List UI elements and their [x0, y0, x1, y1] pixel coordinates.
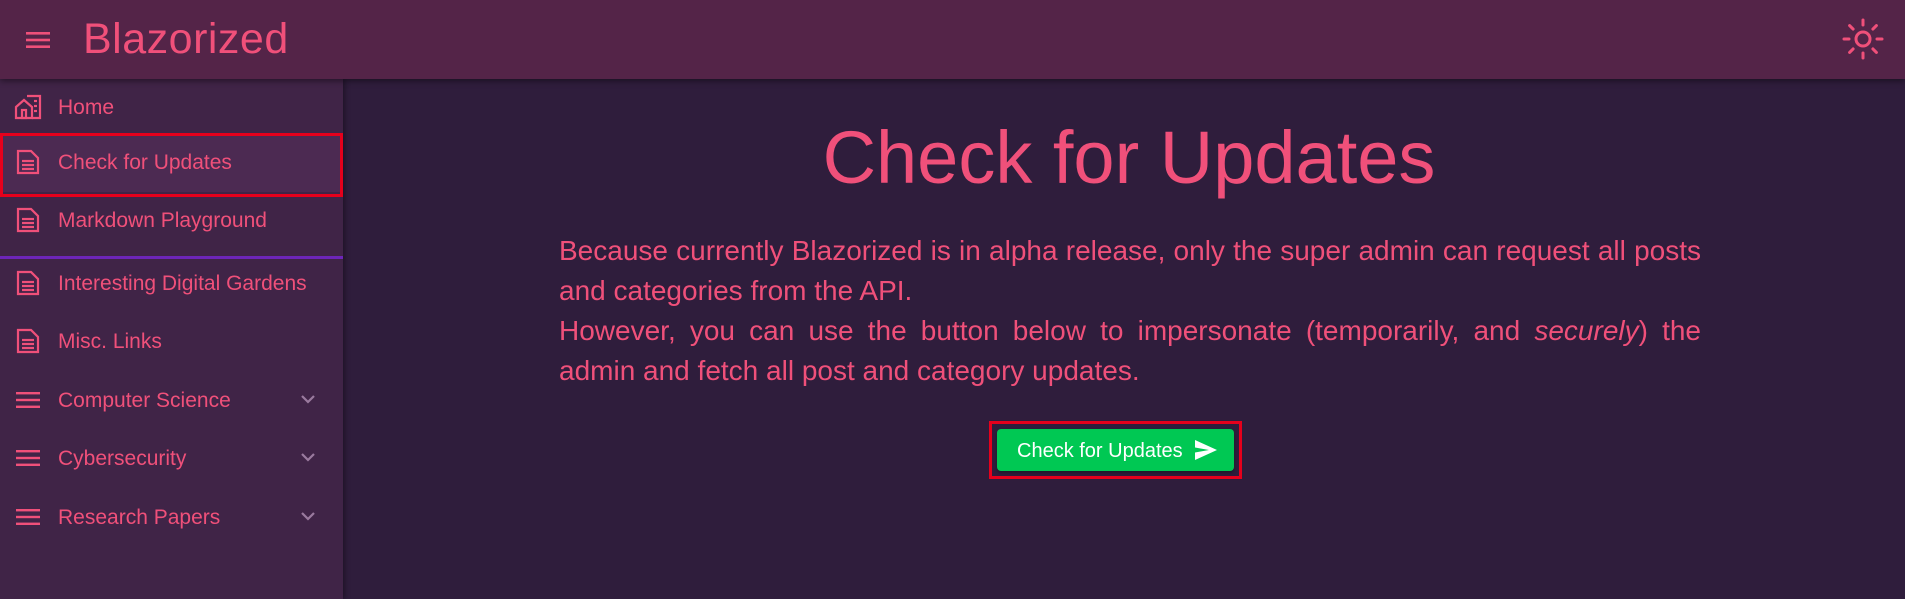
sidebar-item-misc-links[interactable]: Misc. Links [0, 313, 343, 371]
document-icon [14, 206, 42, 234]
sidebar-item-markdown-playground[interactable]: Markdown Playground [0, 192, 343, 250]
intro-text: Because currently Blazorized is in alpha… [559, 231, 1701, 391]
list-icon [14, 503, 42, 531]
intro-paragraph-2-start: However, you can use the button below to… [559, 315, 1535, 346]
menu-icon[interactable] [20, 22, 56, 58]
sun-icon[interactable] [1840, 16, 1886, 62]
chevron-down-icon[interactable] [296, 504, 320, 528]
document-icon [14, 269, 42, 297]
chevron-down-icon[interactable] [296, 445, 320, 469]
check-for-updates-button[interactable]: Check for Updates [997, 429, 1234, 471]
document-icon [14, 148, 42, 176]
sidebar-item-interesting-digital-gardens[interactable]: Interesting Digital Gardens [0, 255, 343, 313]
sidebar-item-label: Check for Updates [58, 151, 232, 174]
sidebar-item-label: Markdown Playground [58, 209, 267, 232]
intro-emphasis: securely [1534, 315, 1639, 346]
sidebar-item-check-for-updates[interactable]: Check for Updates [0, 134, 343, 192]
sidebar-item-label: Home [58, 96, 115, 119]
list-icon [14, 444, 42, 472]
highlight-box: Check for Updates [989, 421, 1242, 479]
intro-paragraph-1: Because currently Blazorized is in alpha… [559, 235, 1701, 306]
send-icon [1195, 440, 1217, 460]
app-title[interactable]: Blazorized [83, 14, 289, 64]
document-icon [14, 327, 42, 355]
sidebar-item-home[interactable]: Home [0, 79, 343, 137]
main-content: Check for Updates Because currently Blaz… [343, 79, 1905, 599]
sidebar-item-label: Misc. Links [58, 330, 162, 353]
sidebar-item-cybersecurity[interactable]: Cybersecurity [0, 430, 343, 488]
sidebar-item-label: Cybersecurity [58, 447, 187, 470]
list-icon [14, 386, 42, 414]
chevron-down-icon[interactable] [296, 387, 320, 411]
home-icon [14, 93, 42, 121]
sidebar-item-computer-science[interactable]: Computer Science [0, 372, 343, 430]
sidebar-item-research-papers[interactable]: Research Papers [0, 489, 343, 547]
app-bar: Blazorized [0, 0, 1905, 79]
sidebar-item-label: Computer Science [58, 389, 231, 412]
page-title: Check for Updates [822, 116, 1436, 199]
sidebar-item-label: Research Papers [58, 506, 221, 529]
sidebar-item-label: Interesting Digital Gardens [58, 272, 307, 295]
sidebar: Home Check for Updates Markdown Playgrou… [0, 79, 343, 599]
button-label: Check for Updates [1017, 440, 1183, 462]
